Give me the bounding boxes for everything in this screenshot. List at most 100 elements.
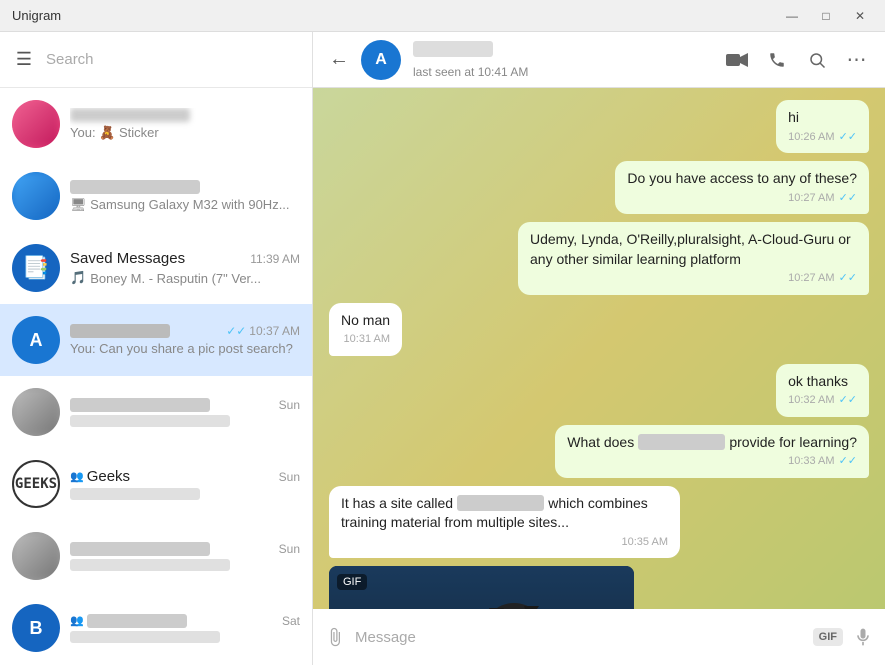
message-bubble: ok thanks 10:32 AM ✓✓ — [776, 364, 869, 417]
gif-message[interactable]: GIF 10:35 AM ✓✓ — [329, 566, 634, 609]
voice-button[interactable] — [853, 627, 873, 647]
gif-image — [329, 566, 634, 609]
menu-icon[interactable]: ☰ — [12, 49, 36, 70]
avatar — [12, 532, 60, 580]
gif-button[interactable]: GIF — [813, 628, 843, 646]
contact-name — [413, 41, 493, 57]
message-time: 10:31 AM — [344, 332, 390, 347]
message-bubble: It has a site called ████████ which comb… — [329, 486, 680, 559]
message-time: 10:33 AM — [788, 454, 834, 469]
chat-info: You: 🧸 Sticker — [70, 108, 300, 141]
chat-time: Sun — [279, 470, 300, 484]
header-actions: ⋯ — [725, 48, 869, 72]
chat-preview — [70, 631, 300, 643]
avatar: 📑 — [12, 244, 60, 292]
chat-preview — [70, 415, 300, 427]
chat-info: 👥 Geeks Sun — [70, 468, 300, 500]
check-icon: ✓✓ — [839, 393, 857, 408]
chat-time: Sat — [282, 614, 300, 628]
list-item[interactable]: B 👥 Sat — [0, 592, 312, 664]
message-bubble: hi 10:26 AM ✓✓ — [776, 100, 869, 153]
message-row: Udemy, Lynda, O'Reilly,pluralsight, A-Cl… — [329, 222, 869, 295]
message-row: Do you have access to any of these? 10:2… — [329, 161, 869, 214]
chat-time: Sun — [279, 542, 300, 556]
search-button[interactable] — [805, 48, 829, 72]
chat-name: 👥 — [70, 614, 187, 628]
message-time: 10:35 AM — [622, 535, 668, 550]
chat-list: You: 🧸 Sticker 🖥 Samsung Galaxy M32 with… — [0, 88, 312, 665]
avatar — [12, 172, 60, 220]
video-call-button[interactable] — [725, 48, 749, 72]
list-item[interactable]: You: 🧸 Sticker — [0, 88, 312, 160]
check-icon: ✓✓ — [839, 191, 857, 206]
search-input[interactable] — [46, 51, 300, 68]
main-layout: ☰ You: 🧸 Sticker — [0, 32, 885, 665]
attach-button[interactable] — [325, 627, 345, 647]
sidebar-header: ☰ — [0, 32, 312, 88]
check-icon: ✓✓ — [839, 454, 857, 469]
chat-preview: 🎵 Boney M. - Rasputin (7" Ver... — [70, 270, 300, 286]
message-time: 10:27 AM — [788, 191, 834, 206]
message-bubble: Udemy, Lynda, O'Reilly,pluralsight, A-Cl… — [518, 222, 869, 295]
chat-name — [70, 398, 210, 412]
message-row: No man 10:31 AM — [329, 303, 869, 356]
sidebar: ☰ You: 🧸 Sticker — [0, 32, 313, 665]
minimize-button[interactable]: — — [779, 6, 805, 26]
avatar: B — [12, 604, 60, 652]
maximize-button[interactable]: □ — [813, 6, 839, 26]
voice-call-button[interactable] — [765, 48, 789, 72]
gif-label: GIF — [337, 574, 367, 590]
more-options-button[interactable]: ⋯ — [845, 48, 869, 72]
message-input[interactable] — [355, 629, 803, 646]
messages-area: hi 10:26 AM ✓✓ Do you have access to any… — [313, 88, 885, 609]
chat-info: Saved Messages 11:39 AM 🎵 Boney M. - Ras… — [70, 250, 300, 286]
chat-info: 👥 Sat — [70, 614, 300, 643]
contact-avatar: A — [361, 40, 401, 80]
list-item[interactable]: A ✓✓ 10:37 AM You: Can you share a pic p… — [0, 304, 312, 376]
chat-name — [70, 542, 210, 556]
chat-time: 11:39 AM — [250, 252, 300, 266]
contact-status: last seen at 10:41 AM — [413, 65, 713, 79]
window-controls: — □ ✕ — [779, 6, 873, 26]
avatar — [12, 388, 60, 436]
chat-name: 👥 Geeks — [70, 468, 130, 485]
chat-name: Saved Messages — [70, 250, 185, 267]
avatar — [12, 100, 60, 148]
chat-name — [70, 108, 190, 122]
message-row: What does ████████ provide for learning?… — [329, 425, 869, 478]
message-row: It has a site called ████████ which comb… — [329, 486, 869, 559]
chat-name — [70, 324, 170, 338]
chat-info: Sun — [70, 542, 300, 571]
message-row: hi 10:26 AM ✓✓ — [329, 100, 869, 153]
close-button[interactable]: ✕ — [847, 6, 873, 26]
chat-preview: 🖥 Samsung Galaxy M32 with 90Hz... — [70, 197, 300, 213]
list-item[interactable]: 🖥 Samsung Galaxy M32 with 90Hz... — [0, 160, 312, 232]
app-title: Unigram — [12, 8, 779, 23]
chat-preview — [70, 488, 300, 500]
chat-info: Sun — [70, 398, 300, 427]
avatar: GEEKS — [12, 460, 60, 508]
chat-header: ← A last seen at 10:41 AM ⋯ — [313, 32, 885, 88]
chat-preview: You: 🧸 Sticker — [70, 125, 300, 141]
message-row: ok thanks 10:32 AM ✓✓ — [329, 364, 869, 417]
message-time: 10:26 AM — [788, 130, 834, 145]
message-text: ok thanks — [788, 372, 857, 392]
contact-info: last seen at 10:41 AM — [413, 41, 713, 79]
message-input-area: GIF — [313, 609, 885, 665]
chat-info: 🖥 Samsung Galaxy M32 with 90Hz... — [70, 180, 300, 213]
message-bubble: No man 10:31 AM — [329, 303, 402, 356]
list-item[interactable]: 📑 Saved Messages 11:39 AM 🎵 Boney M. - R… — [0, 232, 312, 304]
chat-info: ✓✓ 10:37 AM You: Can you share a pic pos… — [70, 324, 300, 356]
message-text: Do you have access to any of these? — [627, 169, 857, 189]
back-button[interactable]: ← — [329, 48, 349, 71]
titlebar: Unigram — □ ✕ — [0, 0, 885, 32]
list-item[interactable]: Sun — [0, 520, 312, 592]
list-item[interactable]: GEEKS 👥 Geeks Sun — [0, 448, 312, 520]
list-item[interactable]: Sun — [0, 376, 312, 448]
message-text: It has a site called ████████ which comb… — [341, 494, 668, 533]
chat-preview — [70, 559, 300, 571]
chat-time: Sun — [279, 398, 300, 412]
message-text: Udemy, Lynda, O'Reilly,pluralsight, A-Cl… — [530, 230, 857, 269]
message-row: GIF 10:35 AM ✓✓ — [329, 566, 869, 609]
message-time: 10:27 AM — [788, 271, 834, 286]
